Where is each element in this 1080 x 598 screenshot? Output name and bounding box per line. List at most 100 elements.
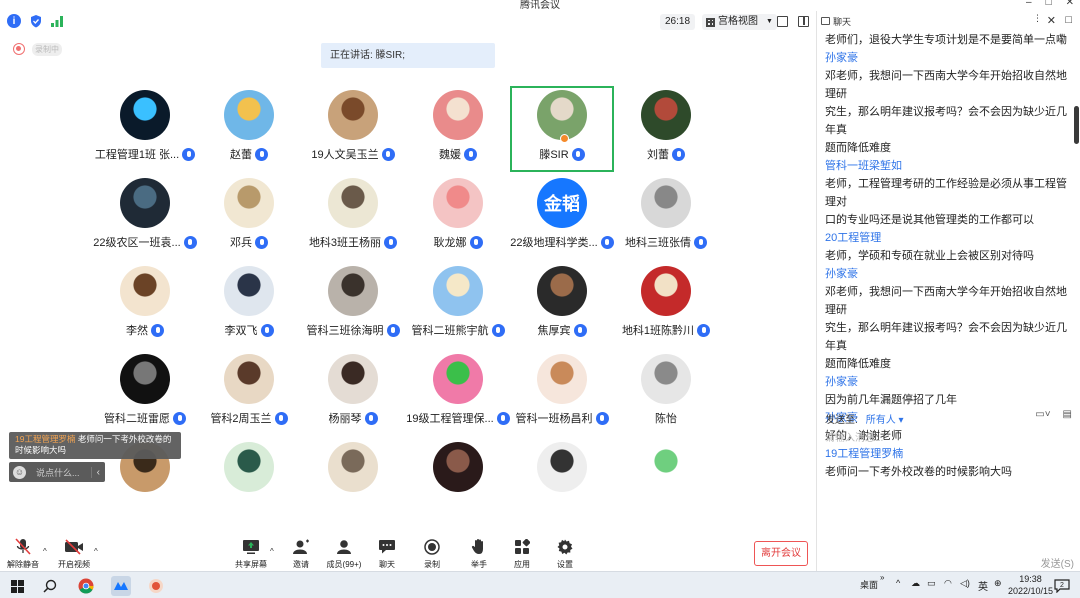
chat-notification-popup[interactable]: 19工程管理罗楠 老师问一下考外校改卷的时候影响大吗 [9, 432, 181, 459]
more-options-icon[interactable]: ⋮ [1033, 13, 1042, 24]
popout-icon[interactable]: ✕ [1047, 14, 1056, 27]
taskbar-clock[interactable]: 19:38 2022/10/15 [1008, 573, 1053, 597]
chat-sender-name[interactable]: 孙家豪 [825, 373, 1071, 391]
participant-tile[interactable]: 管科二班雷愿 [93, 350, 197, 436]
volume-icon[interactable]: ◁) [960, 578, 970, 589]
meeting-info-icon[interactable]: i [7, 14, 21, 28]
video-options-caret-icon[interactable]: ^ [94, 547, 98, 556]
participant-tile[interactable]: 杨丽琴 [301, 350, 405, 436]
share-screen-button[interactable]: 共享屏幕 [229, 535, 273, 571]
participant-tile[interactable]: 刘蕾 [614, 86, 718, 172]
tencent-meeting-taskbar-icon[interactable] [111, 576, 131, 596]
battery-icon[interactable]: ▭ [927, 578, 936, 589]
participant-tile[interactable]: 魏媛 [406, 86, 510, 172]
wifi-icon[interactable]: ◠ [944, 578, 952, 589]
mic-on-icon [469, 235, 483, 249]
participant-tile[interactable]: 工程管理1班 张... [93, 86, 197, 172]
participant-tile[interactable]: 陈怡 [614, 350, 718, 436]
window-title: 腾讯会议 [520, 0, 560, 11]
participant-tile[interactable] [510, 438, 614, 524]
screenshot-icon[interactable]: ▤ [1063, 409, 1072, 420]
chat-panel-icon [821, 17, 830, 25]
participant-tile[interactable] [614, 438, 718, 524]
record-label: 录制 [424, 560, 440, 569]
participant-tile[interactable]: 李然 [93, 262, 197, 348]
avatar [328, 178, 378, 228]
desktop-label[interactable]: 桌面 [860, 578, 878, 591]
quick-message-bar[interactable]: ☺ 说点什么... ‹ [9, 462, 105, 482]
participant-tile[interactable]: 邓兵 [197, 174, 301, 260]
tray-chevron-icon[interactable]: ^ [896, 578, 900, 588]
participant-tile[interactable]: 金韬 22级地理科学类... [510, 174, 614, 260]
settings-button[interactable]: 设置 [543, 535, 587, 571]
app-taskbar-icon[interactable] [146, 576, 166, 596]
participant-tile[interactable]: 19人文吴玉兰 [301, 86, 405, 172]
members-button[interactable]: 成员(99+) [322, 535, 366, 571]
send-to-dropdown[interactable]: 所有人 ▾ [866, 411, 904, 426]
chat-scrollbar[interactable] [1074, 106, 1079, 144]
cloud-icon[interactable]: ☁ [911, 578, 920, 589]
participant-tile[interactable]: 19级工程管理保... [406, 350, 510, 436]
invite-button[interactable]: 邀请 [279, 535, 323, 571]
chat-sender-name[interactable]: 19工程管理罗楠 [825, 445, 1071, 463]
search-icon[interactable] [40, 576, 60, 596]
participant-tile[interactable]: 地科三班张倩 [614, 174, 718, 260]
chat-sender-name[interactable]: 20工程管理 [825, 229, 1071, 247]
audio-options-caret-icon[interactable]: ^ [43, 547, 47, 556]
participant-tile[interactable] [197, 438, 301, 524]
participant-tile[interactable]: 管科2周玉兰 [197, 350, 301, 436]
notification-center-icon[interactable]: 2 [1052, 576, 1072, 596]
apps-button[interactable]: 应用 [500, 535, 544, 571]
participant-name-row: 陈怡 [614, 410, 718, 426]
participant-tile[interactable]: 管科一班杨昌利 [510, 350, 614, 436]
participant-tile[interactable]: 焦厚宾 [510, 262, 614, 348]
emoji-icon[interactable]: ☺ [13, 465, 26, 479]
participant-tile[interactable]: 地科3班王杨丽 [301, 174, 405, 260]
participant-tile[interactable]: 22级农区一班袁... [93, 174, 197, 260]
file-icon[interactable]: ▭˅ [1035, 409, 1050, 420]
participant-tile[interactable]: 管科二班熊宇航 [406, 262, 510, 348]
tray-expand-icon[interactable]: » [880, 573, 884, 582]
participant-name: 滕SIR [539, 149, 569, 161]
participant-name: 地科1班陈黔川 [621, 325, 695, 337]
chrome-icon[interactable] [76, 576, 96, 596]
network-signal-icon[interactable] [50, 14, 64, 28]
chat-sender-name[interactable]: 管科一班梁堑如 [825, 157, 1071, 175]
chat-message-text: 老师，学硕和专硕在就业上会被区别对待吗 [825, 250, 1034, 262]
participant-tile[interactable] [406, 438, 510, 524]
leave-meeting-button[interactable]: 离开会议 [754, 541, 808, 566]
avatar [433, 442, 483, 492]
minimize-icon[interactable]: – [1026, 0, 1032, 8]
fullscreen-icon[interactable] [777, 16, 788, 27]
ime-mode-icon[interactable]: ⊕ [994, 578, 1002, 589]
record-button[interactable]: 录制 [410, 535, 454, 571]
chat-input[interactable]: 请输入消息... [825, 429, 883, 444]
send-button[interactable]: 发送(S) [1041, 555, 1074, 570]
participant-tile[interactable]: 管科三班徐海明 [301, 262, 405, 348]
sidebar-toggle-icon[interactable] [798, 16, 809, 27]
raise-hand-button[interactable]: 举手 [457, 535, 501, 571]
participant-tile[interactable]: 李双飞 [197, 262, 301, 348]
quick-message-input[interactable]: 说点什么... [36, 466, 91, 479]
close-icon[interactable]: ✕ [1066, 0, 1074, 8]
chat-tools: ▭˅ ▤ [1035, 409, 1072, 420]
collapse-arrow-icon[interactable]: ‹ [90, 466, 105, 478]
chat-sender-name[interactable]: 孙家豪 [825, 49, 1071, 67]
participant-tile[interactable]: 滕SIR [510, 86, 614, 172]
chat-sender-name[interactable]: 孙家豪 [825, 265, 1071, 283]
share-options-caret-icon[interactable]: ^ [270, 547, 274, 556]
participant-tile[interactable] [301, 438, 405, 524]
participant-tile[interactable]: 耿龙娜 [406, 174, 510, 260]
maximize-icon[interactable]: □ [1046, 0, 1052, 8]
participant-tile[interactable]: 赵蕾 [197, 86, 301, 172]
chat-button[interactable]: 聊天 [365, 535, 409, 571]
chat-close-icon[interactable]: □ [1065, 14, 1072, 26]
ime-indicator[interactable]: 英 [978, 578, 988, 593]
participant-name: 管科二班熊宇航 [411, 325, 489, 337]
start-video-button[interactable]: 开启视频 [52, 535, 96, 571]
participant-tile[interactable]: 地科1班陈黔川 [614, 262, 718, 348]
unmute-button[interactable]: 解除静音 [1, 535, 45, 571]
security-shield-icon[interactable] [29, 14, 43, 28]
windows-start-icon[interactable] [7, 576, 27, 596]
view-mode-dropdown[interactable]: 宫格视图 ▼ [702, 14, 777, 30]
